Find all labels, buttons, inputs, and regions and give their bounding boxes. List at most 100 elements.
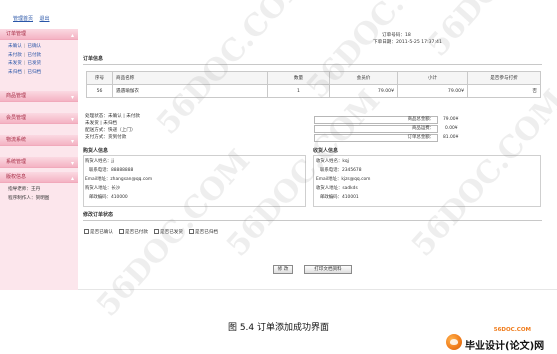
buyer-email-value: zhangsan@qq.com xyxy=(110,177,153,182)
buyer-title: 购货人信息 xyxy=(83,148,109,154)
table-header-row: 序号 商品名称 数量 会员价 小计 是否参与打折 xyxy=(86,71,541,85)
payment-method-text: 支付方式：货到付款 xyxy=(85,135,127,140)
filter-confirmed-link[interactable]: 已确认 xyxy=(27,44,41,49)
order-number-value: 18 xyxy=(405,33,411,38)
filter-archived-link[interactable]: 已归档 xyxy=(27,70,41,75)
filter-unarchived-link[interactable]: 未归档 xyxy=(8,70,22,75)
divider xyxy=(83,64,542,65)
paid-checkbox[interactable]: 是否已付款 xyxy=(119,229,148,237)
receiver-field: 收货人姓名：kqj xyxy=(316,158,349,164)
buyer-email-label: Email地址： xyxy=(85,177,111,182)
divider: | xyxy=(23,69,26,75)
sidebar-section-logistics[interactable]: 物流系统 ▾ xyxy=(0,135,78,146)
guide-teacher-value: 王丹 xyxy=(31,187,41,192)
modify-button[interactable]: 修 改 xyxy=(273,265,293,274)
filter-unpaid-link[interactable]: 未付款 xyxy=(8,53,22,58)
developer-row: 程序制作人：贺明图 xyxy=(8,195,78,204)
receiver-field: 邮政编码：410001 xyxy=(320,194,359,200)
order-filter-row: 未付款 | 已付款 xyxy=(8,52,78,61)
divider: | xyxy=(23,44,26,49)
ship-status-text: 未发货 | 未归档 xyxy=(85,121,118,126)
col-discount: 是否参与打折 xyxy=(467,71,541,85)
app-screenshot: 管理首页 退出 订单管理 ▴ 未确认 | 已确认 未付款 | 已付款 未发货 | 已发货 未… xyxy=(0,0,557,323)
delivery-method-text: 配送方式：快递（上门） xyxy=(85,128,136,133)
receiver-field: Email地址：kjzs@qq.com xyxy=(316,176,370,182)
checkbox-icon xyxy=(189,229,194,234)
buyer-field: 联系电话：88888888 xyxy=(89,167,133,173)
copyright-info: 指导老师：王丹 程序制作人：贺明图 xyxy=(0,183,78,206)
receiver-address-label: 收货人地址： xyxy=(316,186,343,191)
sidebar-section-members[interactable]: 会员管理 ▾ xyxy=(0,113,78,124)
cell-qty: 1 xyxy=(267,84,330,98)
filter-paid-link[interactable]: 已付款 xyxy=(27,53,41,58)
order-date-label: 下单日期 xyxy=(373,40,392,45)
confirm-label: 是否已确认 xyxy=(90,230,113,235)
buyer-zip-value: 410000 xyxy=(110,195,128,200)
developer-value: 贺明图 xyxy=(35,195,50,201)
logout-link[interactable]: 退出 xyxy=(39,16,49,22)
buyer-field: 购货人姓名：jj xyxy=(85,158,114,164)
buyer-zip-label: 邮政编码： xyxy=(89,195,111,200)
buyer-name-label: 购货人姓名： xyxy=(85,159,112,164)
col-subtotal: 小计 xyxy=(397,71,468,85)
confirm-checkbox[interactable]: 是否已确认 xyxy=(84,229,113,237)
checkbox-icon xyxy=(84,229,89,234)
order-total-value: 81.00¥ xyxy=(443,135,459,140)
order-filter-row: 未发货 | 已发货 xyxy=(8,60,78,69)
chevron-down-icon: ▾ xyxy=(70,138,74,145)
sidebar-section-title: 版权信息 xyxy=(6,174,27,180)
product-table: 序号 商品名称 数量 会员价 小计 是否参与打折 56 遇遇瑜伽衣 1 79.0… xyxy=(86,71,541,98)
order-info-title: 订单信息 xyxy=(83,56,104,62)
receiver-phone-label: 联系电话： xyxy=(320,168,342,173)
sidebar-section-title: 订单管理 xyxy=(6,31,27,37)
filter-unconfirmed-link[interactable]: 未确认 xyxy=(8,44,22,49)
buyer-address-value: 长沙 xyxy=(111,186,121,191)
buyer-field: Email地址：zhangsan@qq.com xyxy=(85,176,152,182)
print-button[interactable]: 打印文档资料 xyxy=(304,265,352,274)
sidebar-section-system[interactable]: 系统管理 ▾ xyxy=(0,157,78,168)
table-row: 56 遇遇瑜伽衣 1 79.00¥ 79.00¥ 否 xyxy=(86,84,541,98)
shipping-fee-value: 0.00¥ xyxy=(445,126,458,131)
order-number: 订单号码：18 xyxy=(382,33,411,38)
receiver-name-label: 收货人姓名： xyxy=(316,159,343,164)
checkbox-icon xyxy=(154,229,159,234)
chevron-down-icon: ▾ xyxy=(70,160,74,167)
order-date-value: 2011-5-25 17:37:41 xyxy=(396,40,442,45)
developer-label: 程序制作人 xyxy=(8,195,31,201)
chevron-up-icon: ▴ xyxy=(70,32,74,39)
archived-checkbox[interactable]: 是否已归档 xyxy=(189,229,218,237)
filter-unshipped-link[interactable]: 未发货 xyxy=(8,61,22,66)
receiver-field: 联系电话：2345678 xyxy=(320,167,362,173)
divider: | xyxy=(23,52,26,58)
sidebar-section-orders[interactable]: 订单管理 ▴ xyxy=(0,29,78,40)
order-filter-list: 未确认 | 已确认 未付款 | 已付款 未发货 | 已发货 未归档 | 已归档 xyxy=(0,40,78,80)
buyer-field: 购货人地址：长沙 xyxy=(85,185,120,191)
buyer-field: 邮政编码：410000 xyxy=(89,194,128,200)
sidebar-section-title: 商品管理 xyxy=(6,93,27,99)
top-nav: 管理首页 退出 xyxy=(13,15,55,23)
manage-home-link[interactable]: 管理首页 xyxy=(13,16,33,22)
buyer-phone-value: 88888888 xyxy=(110,168,134,173)
guide-teacher-row: 指导老师：王丹 xyxy=(8,186,78,195)
receiver-address-value: sadkds xyxy=(342,186,358,191)
divider xyxy=(83,220,542,221)
site-name: 毕业设计(论文)网 xyxy=(465,341,545,352)
sidebar-section-title: 物流系统 xyxy=(6,137,27,143)
shipped-label: 是否已发货 xyxy=(160,230,183,235)
receiver-name-value: kqj xyxy=(342,159,349,164)
divider: | xyxy=(23,61,26,66)
col-no: 序号 xyxy=(86,71,113,85)
shipped-checkbox[interactable]: 是否已发货 xyxy=(154,229,183,237)
sidebar-section-copyright[interactable]: 版权信息 ▴ xyxy=(0,172,78,183)
cell-no: 56 xyxy=(86,84,113,98)
goods-total-value: 79.00¥ xyxy=(443,117,459,122)
chevron-up-icon: ▴ xyxy=(70,175,74,182)
cell-price: 79.00¥ xyxy=(329,84,398,98)
buyer-address-label: 购货人地址： xyxy=(85,186,112,191)
order-date: 下单日期：2011-5-25 17:37:41 xyxy=(373,40,442,45)
buyer-phone-label: 联系电话： xyxy=(89,168,111,173)
receiver-title: 收货人信息 xyxy=(313,148,339,154)
filter-shipped-link[interactable]: 已发货 xyxy=(27,61,41,66)
shipping-fee-label: 商品运费： xyxy=(314,125,438,133)
sidebar-section-products[interactable]: 商品管理 ▾ xyxy=(0,91,78,102)
